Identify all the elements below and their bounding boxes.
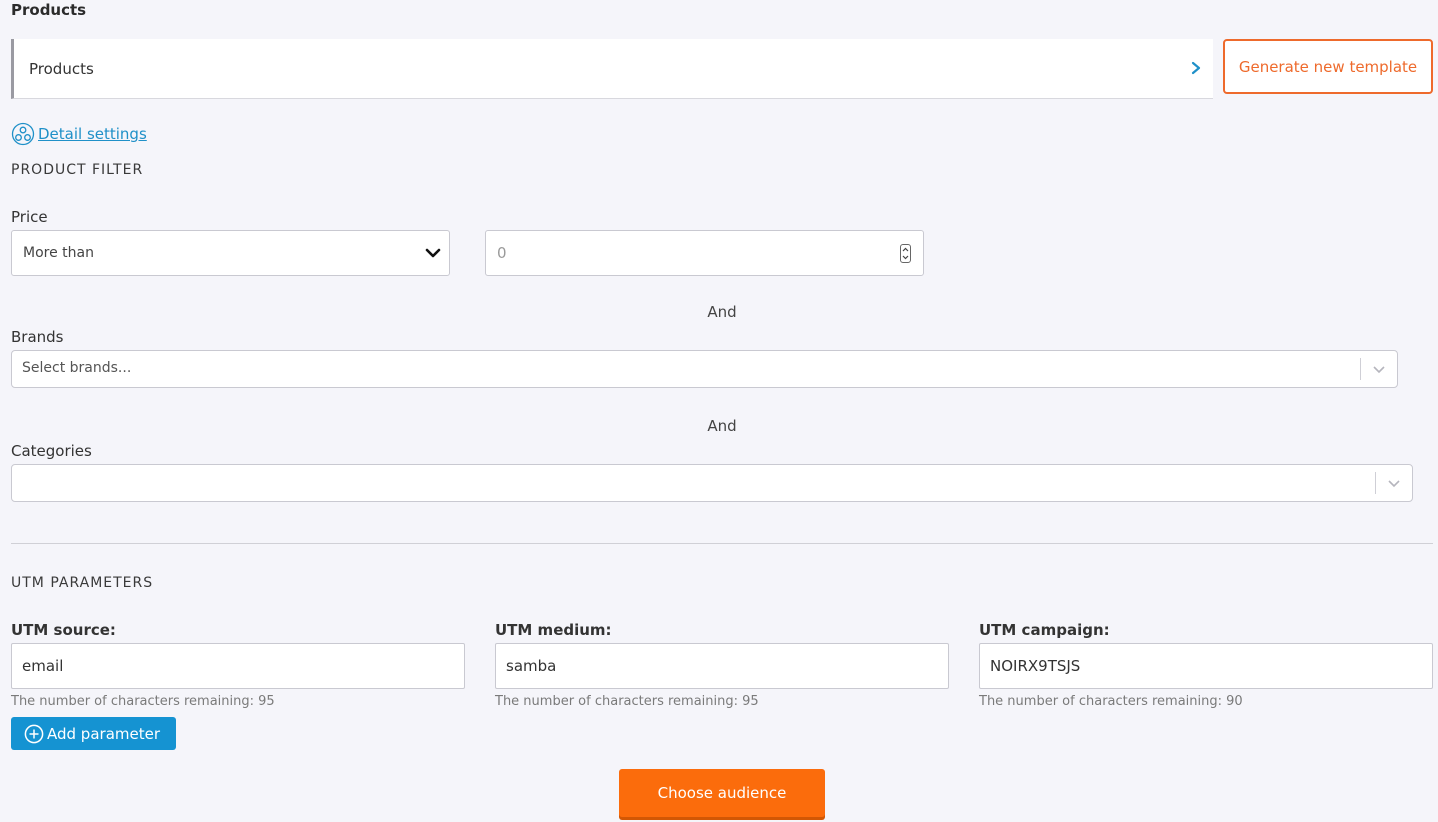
brands-select[interactable]: Select brands... [11, 350, 1398, 388]
template-selected-label: Products [29, 60, 94, 78]
price-value-placeholder: 0 [497, 244, 507, 262]
categories-label: Categories [11, 442, 92, 460]
brands-label: Brands [11, 328, 64, 346]
categories-select[interactable] [11, 464, 1413, 502]
generate-template-button[interactable]: Generate new template [1223, 39, 1433, 94]
utm-medium-hint: The number of characters remaining: 95 [495, 694, 759, 709]
brands-placeholder: Select brands... [22, 360, 132, 376]
select-separator [1360, 358, 1361, 380]
template-selector[interactable]: Products [11, 39, 1213, 99]
utm-campaign-hint: The number of characters remaining: 90 [979, 694, 1243, 709]
number-stepper[interactable] [900, 244, 911, 263]
utm-source-label: UTM source: [11, 621, 116, 639]
add-parameter-label: Add parameter [47, 724, 160, 743]
utm-medium-input[interactable] [495, 643, 949, 689]
section-divider [11, 543, 1433, 544]
add-parameter-button[interactable]: Add parameter [11, 717, 176, 750]
detail-settings-label: Detail settings [38, 125, 147, 143]
price-value-input[interactable]: 0 [485, 230, 924, 276]
detail-settings-link[interactable]: Detail settings [11, 122, 147, 146]
utm-source-hint: The number of characters remaining: 95 [11, 694, 275, 709]
utm-parameters-heading: UTM PARAMETERS [11, 575, 154, 591]
plus-circle-icon [24, 724, 44, 743]
page-title: Products [11, 1, 87, 19]
chevron-down-icon [425, 248, 441, 258]
product-filter-heading: PRODUCT FILTER [11, 162, 144, 178]
utm-source-input[interactable] [11, 643, 465, 689]
choose-audience-button[interactable]: Choose audience [619, 769, 825, 817]
chevron-right-icon [1191, 61, 1201, 75]
stepper-arrows-icon [902, 247, 909, 260]
utm-campaign-input[interactable] [979, 643, 1433, 689]
utm-campaign-label: UTM campaign: [979, 621, 1110, 639]
chevron-down-icon [1373, 366, 1385, 374]
price-operator-select[interactable]: More than [11, 230, 450, 276]
price-label: Price [11, 208, 48, 226]
and-connector: And [707, 303, 737, 321]
and-connector: And [707, 417, 737, 435]
price-operator-value: More than [23, 245, 94, 261]
chevron-down-icon [1388, 480, 1400, 488]
settings-circle-icon [11, 122, 35, 146]
utm-medium-label: UTM medium: [495, 621, 612, 639]
select-separator [1375, 472, 1376, 494]
